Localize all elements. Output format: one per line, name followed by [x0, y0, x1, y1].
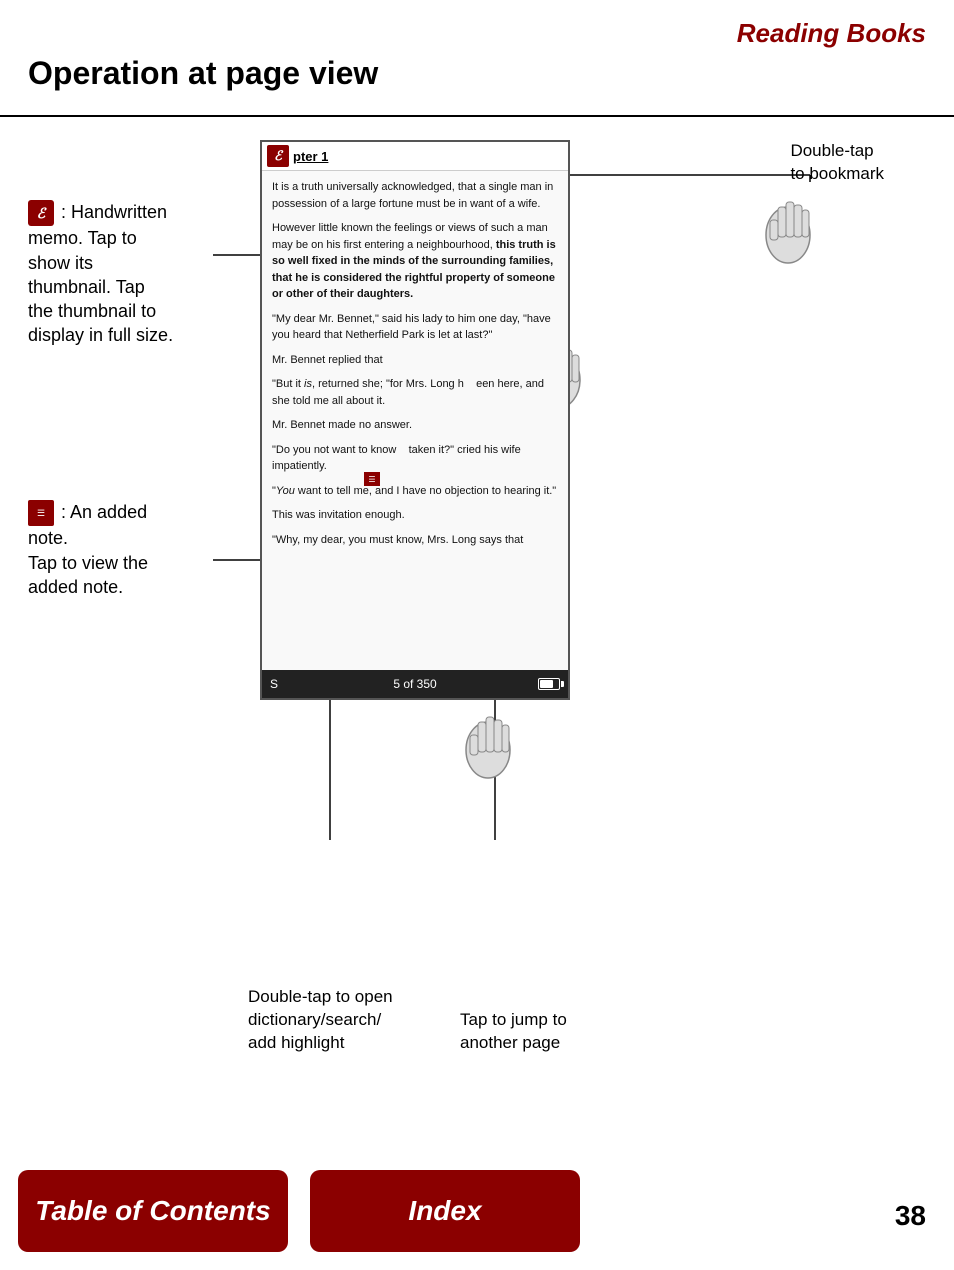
- table-of-contents-button[interactable]: Table of Contents: [18, 1170, 288, 1252]
- top-divider: [0, 115, 954, 117]
- jump-label: Tap to jump toanother page: [460, 1009, 567, 1055]
- page-number: 38: [895, 1200, 926, 1232]
- device-bottom-s: S: [270, 677, 278, 691]
- device: ℰ pter 1 It is a truth universally ackno…: [260, 140, 570, 700]
- toc-label: Table of Contents: [35, 1195, 270, 1227]
- memo-label: ℰ : Handwrittenmemo. Tap toshow itsthumb…: [28, 200, 213, 348]
- device-chapter: pter 1: [293, 149, 328, 164]
- index-button[interactable]: Index: [310, 1170, 580, 1252]
- device-bottom-page: 5 of 350: [393, 677, 436, 691]
- battery-icon: [538, 678, 560, 690]
- device-top-bar: ℰ pter 1: [262, 142, 568, 171]
- page-title: Operation at page view: [28, 55, 378, 92]
- bookmark-label-text: Double-tapto bookmark: [790, 141, 884, 183]
- note-icon: ☰: [28, 500, 54, 526]
- battery-fill: [540, 680, 553, 688]
- device-content: It is a truth universally acknowledged, …: [262, 171, 568, 564]
- header: Reading Books: [737, 18, 926, 49]
- dict-label: Double-tap to opendictionary/search/add …: [248, 986, 393, 1055]
- device-bottom-bar: S 5 of 350: [262, 670, 568, 698]
- header-title: Reading Books: [737, 18, 926, 48]
- memo-icon: ℰ: [28, 200, 54, 226]
- device-note-icon-small: ☰: [364, 472, 380, 486]
- note-label: ☰ : An addednote.Tap to view theadded no…: [28, 500, 213, 599]
- bookmark-label: Double-tapto bookmark: [790, 140, 884, 186]
- device-memo-icon: ℰ: [267, 145, 289, 167]
- index-label: Index: [408, 1195, 481, 1227]
- device-battery: [538, 678, 560, 690]
